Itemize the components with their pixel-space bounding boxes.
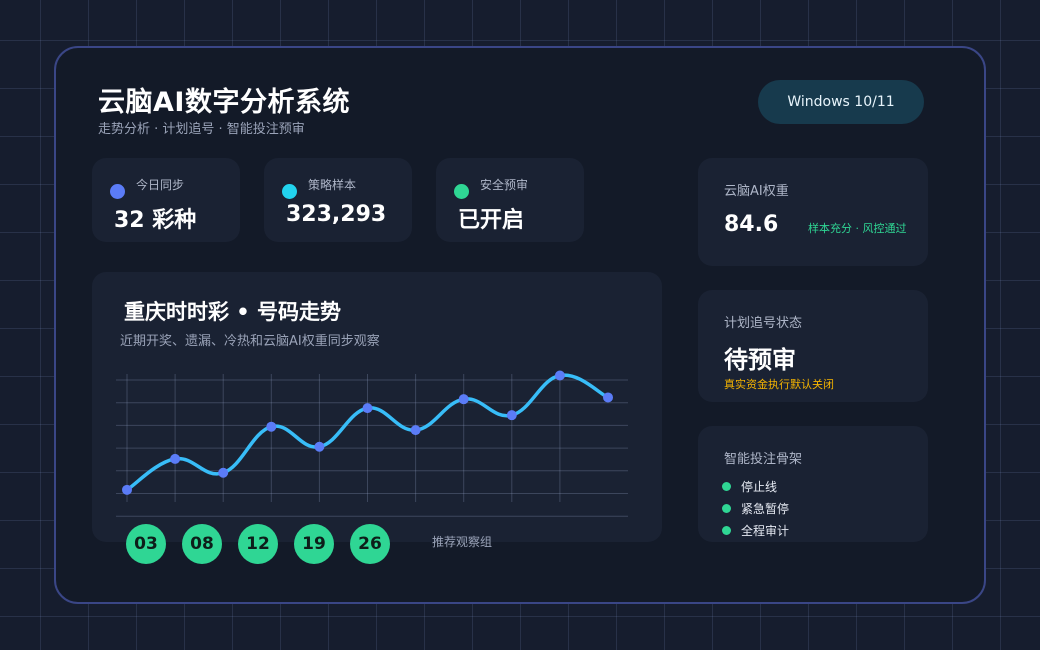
trend-point <box>603 392 613 403</box>
plan-status-label: 计划追号状态 <box>724 316 803 331</box>
trend-point <box>170 453 181 464</box>
number-ball[interactable]: 19 <box>294 524 334 564</box>
number-ball[interactable]: 03 <box>126 524 166 564</box>
framework-item-stop-line: 停止线 <box>722 478 777 495</box>
number-ball[interactable]: 08 <box>182 524 222 564</box>
trend-chart <box>116 370 628 517</box>
stat-value: 32 彩种 <box>114 208 197 233</box>
framework-item-audit: 全程审计 <box>722 522 789 539</box>
app-subtitle: 走势分析 · 计划追号 · 智能投注预审 <box>98 122 305 137</box>
plan-status-card: 计划追号状态 待预审 真实资金执行默认关闭 <box>698 290 928 402</box>
ai-weight-card: 云脑AI权重 84.6 样本充分 · 风控通过 <box>698 158 928 266</box>
stat-value: 已开启 <box>458 208 525 233</box>
bullet-dot-icon <box>722 526 731 535</box>
stat-label: 安全预审 <box>480 178 529 192</box>
trend-point <box>218 467 229 478</box>
framework-item-label: 全程审计 <box>741 524 790 538</box>
trend-chart-card: 重庆时时彩 • 号码走势 近期开奖、遗漏、冷热和云脑AI权重同步观察 <box>92 272 662 542</box>
trend-point <box>458 394 469 405</box>
stat-value: 323,293 <box>286 202 387 227</box>
chart-grid <box>116 374 628 517</box>
sync-dot-icon <box>110 184 125 199</box>
stat-card-security: 安全预审 已开启 <box>436 158 584 242</box>
app-window: 云脑AI数字分析系统 走势分析 · 计划追号 · 智能投注预审 Windows … <box>54 46 986 604</box>
trend-point <box>314 441 325 452</box>
bullet-dot-icon <box>722 482 731 491</box>
trend-point <box>410 425 421 436</box>
stat-card-samples: 策略样本 323,293 <box>264 158 412 242</box>
samples-dot-icon <box>282 184 297 199</box>
bullet-dot-icon <box>722 504 731 513</box>
app-title: 云脑AI数字分析系统 <box>98 87 350 118</box>
ai-weight-value: 84.6 <box>724 212 779 237</box>
trend-point <box>266 421 277 432</box>
trend-point <box>506 410 517 421</box>
framework-card: 智能投注骨架 停止线 紧急暂停 全程审计 <box>698 426 928 542</box>
trend-point <box>362 403 373 414</box>
stat-label: 今日同步 <box>136 178 185 192</box>
ai-weight-note: 样本充分 · 风控通过 <box>808 222 907 235</box>
recommended-group-label: 推荐观察组 <box>432 535 493 549</box>
plan-status-note: 真实资金执行默认关闭 <box>724 378 834 391</box>
framework-item-label: 停止线 <box>741 480 778 494</box>
trend-point <box>122 484 132 495</box>
framework-item-label: 紧急暂停 <box>741 502 790 516</box>
framework-item-emergency-pause: 紧急暂停 <box>722 500 789 517</box>
ai-weight-label: 云脑AI权重 <box>724 184 789 199</box>
number-ball[interactable]: 26 <box>350 524 390 564</box>
stat-label: 策略样本 <box>308 178 357 192</box>
os-badge-button[interactable]: Windows 10/11 <box>758 80 924 124</box>
plan-status-value: 待预审 <box>724 346 796 374</box>
number-ball[interactable]: 12 <box>238 524 278 564</box>
security-dot-icon <box>454 184 469 199</box>
framework-label: 智能投注骨架 <box>724 452 803 467</box>
trend-point <box>554 370 565 381</box>
stat-card-sync: 今日同步 32 彩种 <box>92 158 240 242</box>
